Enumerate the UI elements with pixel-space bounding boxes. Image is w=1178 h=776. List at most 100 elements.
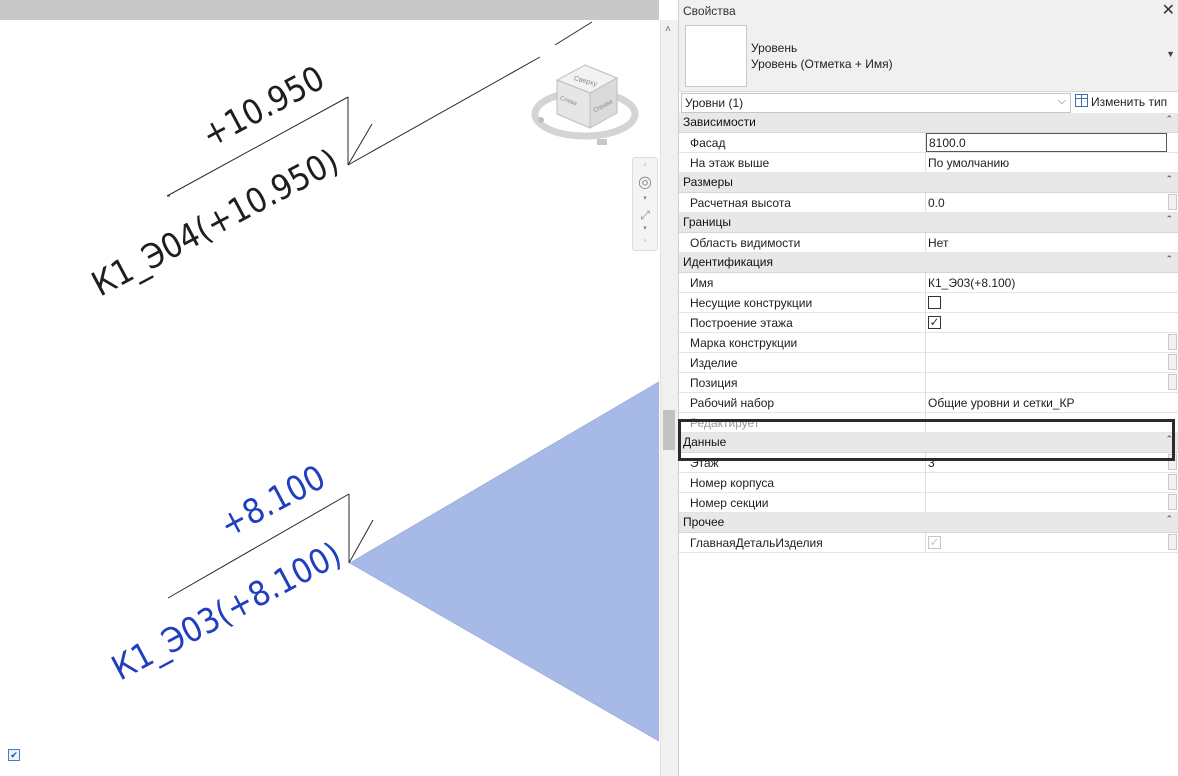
type-selector[interactable]: Уровень Уровень (Отметка + Имя) ▼ xyxy=(679,21,1178,92)
property-value[interactable]: Общие уровни и сетки_КР xyxy=(926,393,1167,412)
steering-wheel-icon[interactable]: ◎ xyxy=(633,172,657,192)
viewcube[interactable]: Сверху Слева Справа xyxy=(531,64,639,145)
property-value[interactable] xyxy=(926,473,1167,492)
properties-title: Свойства xyxy=(683,4,736,18)
group-label: Данные xyxy=(683,435,727,449)
group-label: Идентификация xyxy=(683,255,773,269)
group-label: Границы xyxy=(683,215,731,229)
property-value[interactable] xyxy=(926,353,1167,372)
property-name: Этаж xyxy=(679,453,926,472)
property-value: ✓ xyxy=(926,533,1167,552)
value-button[interactable] xyxy=(1168,194,1177,210)
group-constraints[interactable]: Зависимости ⌃ xyxy=(679,113,1178,133)
instance-filter-select[interactable]: Уровни (1) ⌵ xyxy=(681,93,1071,113)
property-row[interactable]: Имя К1_Э03(+8.100) xyxy=(679,273,1178,293)
value-button[interactable] xyxy=(1168,374,1177,390)
group-extents[interactable]: Границы ⌃ xyxy=(679,213,1178,233)
value-button[interactable] xyxy=(1168,494,1177,510)
steering-wheel-dropdown-icon[interactable]: ▾ xyxy=(633,194,657,202)
property-value[interactable]: Нет xyxy=(926,233,1167,252)
group-other[interactable]: Прочее ⌃ xyxy=(679,513,1178,533)
building-story-checkbox[interactable]: ✓ xyxy=(928,316,941,329)
property-row[interactable]: Изделие xyxy=(679,353,1178,373)
collapse-icon[interactable]: ⌃ xyxy=(1165,114,1173,125)
property-name: Построение этажа xyxy=(679,313,926,332)
filter-row: Уровни (1) ⌵ Изменить тип xyxy=(679,92,1178,113)
property-value[interactable] xyxy=(926,293,1167,312)
value-button[interactable] xyxy=(1168,454,1177,470)
elevation-input[interactable]: 8100.0 xyxy=(926,133,1167,152)
level-view-canvas[interactable]: +10.950 К1_Э04(+10.950) +8.100 К1_Э03(+8… xyxy=(0,0,659,776)
properties-panel: Свойства ✕ Уровень Уровень (Отметка + Им… xyxy=(678,0,1178,776)
value-button[interactable] xyxy=(1168,534,1177,550)
property-row[interactable]: Расчетная высота 0.0 xyxy=(679,193,1178,213)
group-data[interactable]: Данные ⌃ xyxy=(679,433,1178,453)
property-row[interactable]: Позиция xyxy=(679,373,1178,393)
level-name-upper[interactable]: К1_Э04(+10.950) xyxy=(85,141,345,305)
level-leader-upper-c xyxy=(347,123,373,166)
property-value[interactable] xyxy=(926,333,1167,352)
viewport-top-bar xyxy=(0,0,659,20)
main-detail-checkbox: ✓ xyxy=(928,535,941,549)
value-button[interactable] xyxy=(1168,354,1177,370)
scroll-up-icon[interactable]: ˄ xyxy=(665,24,671,35)
collapse-icon[interactable]: ⌃ xyxy=(1165,174,1173,185)
property-row[interactable]: Номер корпуса xyxy=(679,473,1178,493)
floor-plane[interactable] xyxy=(349,381,659,742)
value-button[interactable] xyxy=(1168,334,1177,350)
level-name-lower[interactable]: К1_Э03(+8.100) xyxy=(105,534,348,688)
property-row[interactable]: Рабочий набор Общие уровни и сетки_КР xyxy=(679,393,1178,413)
edit-type-label: Изменить тип xyxy=(1091,95,1168,109)
property-row[interactable]: Фасад 8100.0 xyxy=(679,133,1178,153)
collapse-icon[interactable]: ⌃ xyxy=(1165,514,1173,525)
level-elevation-lower[interactable]: +8.100 xyxy=(213,457,332,545)
property-row[interactable]: На этаж выше По умолчанию xyxy=(679,153,1178,173)
close-icon[interactable]: ✕ xyxy=(1162,0,1175,20)
property-value[interactable]: По умолчанию xyxy=(926,153,1167,172)
type-preview-image xyxy=(685,25,747,87)
properties-title-bar: Свойства ✕ xyxy=(679,0,1178,22)
property-value[interactable] xyxy=(926,373,1167,392)
zoom-icon[interactable]: ⤢ xyxy=(633,208,657,223)
chevron-down-icon[interactable]: ⌵ xyxy=(1058,95,1066,108)
property-row[interactable]: Несущие конструкции xyxy=(679,293,1178,313)
property-row[interactable]: Марка конструкции xyxy=(679,333,1178,353)
property-row[interactable]: Построение этажа ✓ xyxy=(679,313,1178,333)
scroll-thumb[interactable] xyxy=(663,410,675,450)
group-dimensions[interactable]: Размеры ⌃ xyxy=(679,173,1178,193)
property-row[interactable]: Этаж 3 xyxy=(679,453,1178,473)
property-row[interactable]: Номер секции xyxy=(679,493,1178,513)
property-name: Рабочий набор xyxy=(679,393,926,412)
property-value[interactable]: ✓ xyxy=(926,313,1167,332)
value-button[interactable] xyxy=(1168,474,1177,490)
property-name: Фасад xyxy=(679,133,926,152)
navigation-bar[interactable]: ◦ ◎ ▾ ⤢ ▾ ◦ xyxy=(632,157,658,251)
viewport-scrollbar[interactable]: ˄ xyxy=(660,20,679,776)
level-line-upper[interactable] xyxy=(347,56,541,166)
property-row[interactable]: Область видимости Нет xyxy=(679,233,1178,253)
property-name: Номер секции xyxy=(679,493,926,512)
viewcube-home-icon xyxy=(538,117,544,123)
level-elevation-upper[interactable]: +10.950 xyxy=(195,58,331,156)
property-name: Редактирует xyxy=(679,413,926,432)
zoom-dropdown-icon[interactable]: ▾ xyxy=(633,224,657,232)
property-name: Изделие xyxy=(679,353,926,372)
group-identity[interactable]: Идентификация ⌃ xyxy=(679,253,1178,273)
collapse-icon[interactable]: ⌃ xyxy=(1165,214,1173,225)
collapse-icon[interactable]: ⌃ xyxy=(1165,254,1173,265)
navbar-options-icon[interactable]: ◦ xyxy=(633,236,657,245)
property-value[interactable]: К1_Э03(+8.100) xyxy=(926,273,1167,292)
status-check-icon[interactable]: ✔ xyxy=(8,749,20,761)
edit-type-button[interactable]: Изменить тип xyxy=(1075,94,1167,112)
property-name: Номер корпуса xyxy=(679,473,926,492)
floor-number-value[interactable]: 3 xyxy=(926,453,1167,472)
navbar-close-icon[interactable]: ◦ xyxy=(633,160,657,169)
property-row[interactable]: ГлавнаяДетальИзделия ✓ xyxy=(679,533,1178,553)
type-dropdown-icon[interactable]: ▼ xyxy=(1166,49,1175,59)
collapse-icon[interactable]: ⌃ xyxy=(1165,434,1173,445)
property-value[interactable] xyxy=(926,493,1167,512)
property-value[interactable]: 0.0 xyxy=(926,193,1167,212)
group-label: Зависимости xyxy=(683,115,756,129)
3d-viewport[interactable]: +10.950 К1_Э04(+10.950) +8.100 К1_Э03(+8… xyxy=(0,0,659,776)
structural-checkbox[interactable] xyxy=(928,296,941,309)
